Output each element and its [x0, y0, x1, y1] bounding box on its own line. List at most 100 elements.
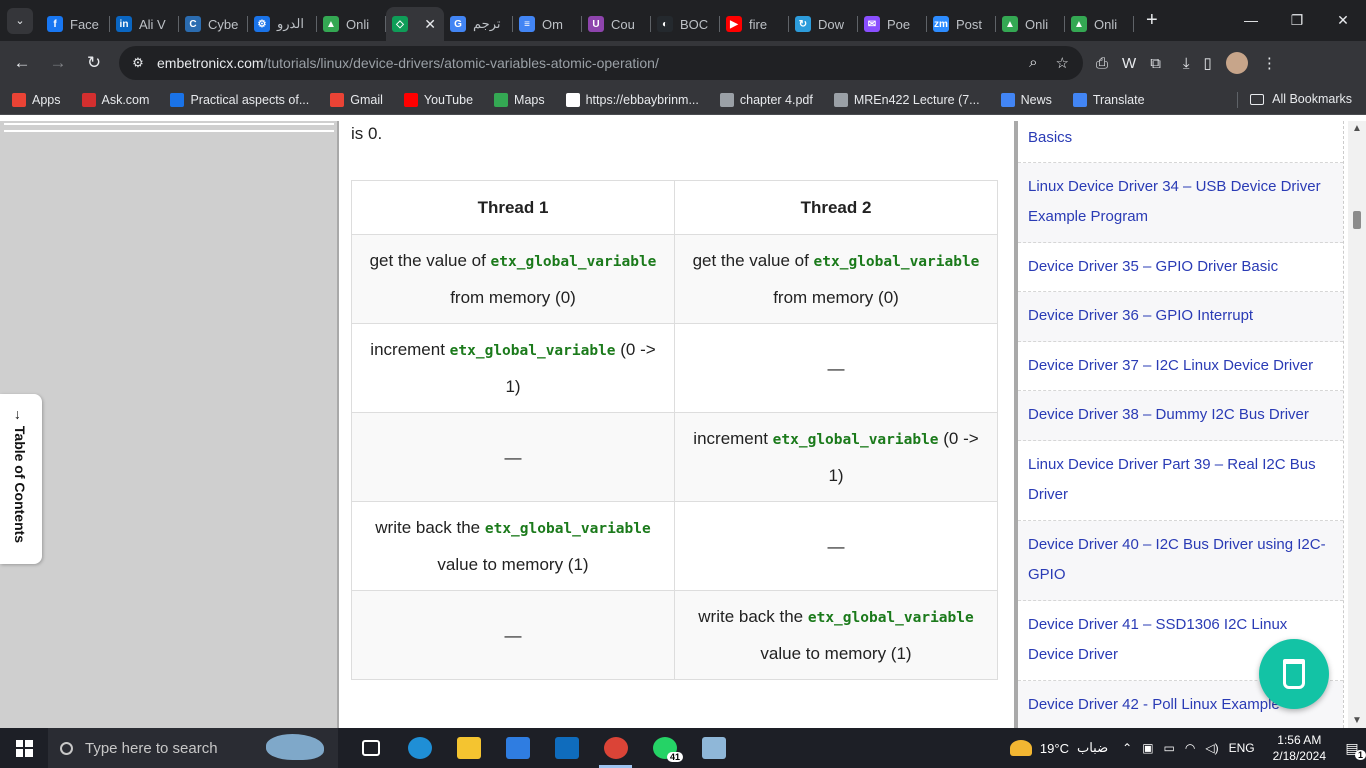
browser-tab[interactable]: ↻ Dow: [789, 7, 858, 41]
browser-tab[interactable]: ▶ fire: [720, 7, 789, 41]
browser-tab[interactable]: ✉ Poe: [858, 7, 927, 41]
back-button[interactable]: ←: [4, 45, 40, 81]
tab-favicon-icon: U: [588, 16, 604, 32]
scroll-down-icon[interactable]: ▼: [1352, 715, 1362, 726]
browser-tab[interactable]: zm Post: [927, 7, 996, 41]
browser-tab[interactable]: ◇ ✕: [386, 7, 444, 41]
url-text[interactable]: embetronicx.com/tutorials/linux/device-d…: [157, 55, 659, 71]
browser-tab[interactable]: in Ali V: [110, 7, 179, 41]
edge-taskbar-button[interactable]: [395, 728, 444, 768]
bookmark-item[interactable]: MREn422 Lecture (7...: [833, 92, 980, 107]
scrollbar-thumb[interactable]: [1353, 211, 1361, 229]
task-view-icon: [361, 740, 380, 756]
toolbar-actions: ⎙ W ⧉ ⤓ ▯ ⋮: [1096, 41, 1277, 85]
tab-search-button[interactable]: ⌄: [7, 7, 33, 34]
variable-name: etx_global_variable: [807, 610, 974, 626]
store-taskbar-button[interactable]: [493, 728, 542, 768]
meet-now-icon[interactable]: ▣: [1142, 741, 1153, 755]
side-panel-icon[interactable]: ▯: [1204, 54, 1212, 72]
minimize-button[interactable]: —: [1228, 0, 1274, 40]
bookmark-item[interactable]: Apps: [12, 92, 61, 107]
bookmark-item[interactable]: Maps: [494, 92, 545, 107]
sidebar-link[interactable]: Device Driver 37 – I2C Linux Device Driv…: [1018, 342, 1343, 391]
sidebar-link[interactable]: Device Driver 36 – GPIO Interrupt: [1018, 292, 1343, 342]
new-tab-button[interactable]: +: [1146, 9, 1158, 32]
bookmark-item[interactable]: https://ebbaybrinm...: [565, 92, 699, 107]
reload-button[interactable]: ↻: [76, 45, 112, 81]
close-window-button[interactable]: ✕: [1320, 0, 1366, 40]
language-indicator[interactable]: ENG: [1229, 741, 1255, 755]
browser-tab[interactable]: G ترجم: [444, 7, 513, 41]
table-cell: get the value of etx_global_variable fro…: [674, 234, 998, 324]
wifi-icon[interactable]: ◠: [1185, 741, 1195, 755]
sidebar-link[interactable]: Device Driver 40 – I2C Bus Driver using …: [1018, 520, 1343, 601]
clock[interactable]: 1:56 AM 2/18/2024: [1273, 732, 1326, 764]
browser-tab[interactable]: ▲ Onli: [317, 7, 386, 41]
bookmark-item[interactable]: Ask.com: [81, 92, 149, 107]
sidebar-link[interactable]: Linux Device Driver Part 39 – Real I2C B…: [1018, 441, 1343, 521]
table-of-contents-toggle[interactable]: → Table of Contents: [0, 394, 42, 564]
restore-button[interactable]: ❐: [1274, 0, 1320, 40]
start-button[interactable]: [0, 728, 48, 768]
bookmark-star-icon[interactable]: ☆: [1056, 54, 1069, 72]
browser-tab[interactable]: ▲ Onli: [996, 7, 1065, 41]
battery-icon[interactable]: ▭: [1164, 741, 1175, 755]
bookmark-item[interactable]: Gmail: [330, 92, 383, 107]
whatsapp-taskbar-button[interactable]: 41: [640, 728, 689, 768]
browser-tab[interactable]: ≡ Om: [513, 7, 582, 41]
site-info-icon[interactable]: ⚙: [119, 55, 157, 71]
browser-tab[interactable]: ⚙ الدرو: [248, 7, 317, 41]
profile-avatar[interactable]: [1225, 52, 1248, 74]
zoom-icon[interactable]: ⌕: [1029, 54, 1037, 72]
menu-icon[interactable]: ⋮: [1262, 54, 1277, 72]
sidebar-link[interactable]: Linux Device Driver 34 – USB Device Driv…: [1018, 162, 1343, 243]
forward-button[interactable]: →: [40, 45, 76, 81]
browser-tab[interactable]: ▲ Onli: [1065, 7, 1134, 41]
scroll-up-icon[interactable]: ▲: [1352, 123, 1362, 134]
sidebar-link[interactable]: Device Driver 38 – Dummy I2C Bus Driver: [1018, 391, 1343, 441]
browser-tab[interactable]: f Face: [41, 7, 110, 41]
bookmark-item[interactable]: News: [1000, 92, 1052, 107]
notepad-taskbar-button[interactable]: [689, 728, 738, 768]
sidebar-link[interactable]: Device Driver 35 – GPIO Driver Basic: [1018, 243, 1343, 292]
sidebar-link[interactable]: Basics: [1018, 121, 1343, 163]
download-icon[interactable]: ⤓: [1183, 55, 1190, 72]
search-icon: [60, 741, 73, 755]
page-content: → Table of Contents is 0. Thread 1 Threa…: [0, 121, 1366, 728]
word-extension-icon[interactable]: W: [1122, 55, 1136, 72]
weather-desc: ضباب: [1076, 740, 1109, 755]
file-explorer-taskbar-button[interactable]: [444, 728, 493, 768]
tab-close-icon[interactable]: ✕: [424, 16, 436, 33]
all-bookmarks-button[interactable]: All Bookmarks: [1250, 92, 1352, 106]
bookmark-item[interactable]: YouTube: [403, 92, 473, 107]
page-scrollbar[interactable]: ▲ ▼: [1348, 121, 1366, 728]
browser-toolbar: ← → ↻ ⚙ embetronicx.com/tutorials/linux/…: [0, 41, 1366, 85]
edge-icon: [407, 737, 432, 759]
extensions-icon[interactable]: ⧉: [1150, 55, 1161, 72]
buy-me-a-coffee-button[interactable]: [1259, 639, 1329, 709]
tab-title: Cou: [611, 16, 635, 32]
chevron-up-icon[interactable]: ⌃: [1122, 741, 1132, 755]
weather-widget[interactable]: 19°C ضباب: [1009, 740, 1109, 756]
volume-icon[interactable]: ◁): [1205, 741, 1218, 755]
system-tray: 19°C ضباب ⌃ ▣ ▭ ◠ ◁) ENG 1:56 AM 2/18/20…: [1009, 728, 1366, 768]
browser-tab[interactable]: C Cybe: [179, 7, 248, 41]
bookmark-item[interactable]: Translate: [1072, 92, 1145, 107]
tab-strip: ⌄ f Face in Ali V C Cybe ⚙ الدرو ▲ Onli ◇ ✕ G ترجم ≡ Om…: [0, 0, 1366, 41]
notification-center-button[interactable]: ▤ 1: [1338, 728, 1366, 768]
tab-favicon-icon: zm: [933, 16, 949, 32]
browser-tab[interactable]: ◐ BOC: [651, 7, 720, 41]
cell-text: from memory (0): [773, 288, 899, 307]
tab-title: Cybe: [208, 16, 239, 32]
bookmark-item[interactable]: chapter 4.pdf: [719, 92, 813, 107]
address-bar[interactable]: ⚙ embetronicx.com/tutorials/linux/device…: [119, 46, 1083, 80]
bookmark-item[interactable]: Practical aspects of...: [170, 92, 309, 107]
task-view-taskbar-button[interactable]: [346, 728, 395, 768]
browser-tab[interactable]: U Cou: [582, 7, 651, 41]
bookmark-label: Translate: [1092, 92, 1145, 107]
printer-icon[interactable]: ⎙: [1096, 55, 1108, 72]
mail-taskbar-button[interactable]: [542, 728, 591, 768]
chrome-taskbar-button[interactable]: [591, 728, 640, 768]
bookmark-label: Apps: [32, 92, 61, 107]
taskbar-search[interactable]: Type here to search: [48, 728, 338, 768]
